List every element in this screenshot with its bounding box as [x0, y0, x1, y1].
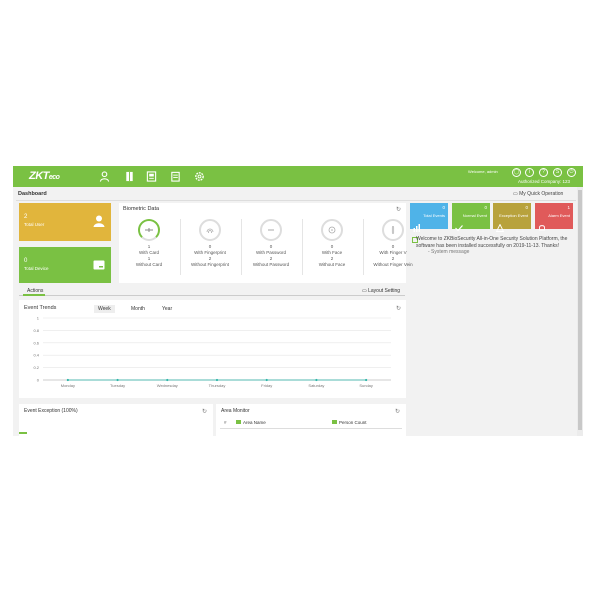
total-user-count: 2	[24, 214, 28, 220]
bar-chart-icon	[413, 219, 421, 232]
data-point[interactable]	[315, 378, 318, 382]
help-icon[interactable]: ?	[539, 168, 548, 177]
exception-event-tile[interactable]: 0 Exception Event	[493, 203, 531, 232]
data-point[interactable]	[166, 378, 169, 382]
data-point[interactable]	[116, 378, 119, 382]
door-icon[interactable]	[124, 171, 135, 182]
power-icon[interactable]: ⏻	[567, 168, 576, 177]
period-week-button[interactable]: Week	[94, 305, 115, 313]
area-monitor-panel: Area Monitor ↻ # Area Name Person Count	[216, 404, 406, 436]
event-trends-title: Event Trends	[24, 305, 57, 311]
bio-item-face: 0 With Face 2 Without Face	[304, 219, 360, 268]
y-tick-label: 0.6	[33, 340, 39, 345]
app-window: ZKTeco Welcome, admin ◯ i ? S ⏻ Authoriz…	[13, 166, 583, 436]
refresh-icon[interactable]: ↻	[396, 206, 401, 213]
total-events-tile[interactable]: 0 Total Events	[410, 203, 448, 232]
alarm-event-tile[interactable]: 1 Alarm Event	[535, 203, 573, 231]
bell-icon	[538, 219, 546, 231]
bio-item-password: 0 With Password 2 Without Password	[243, 219, 299, 268]
bio-item-card: 1 With Card 1 Without Card	[121, 219, 177, 268]
refresh-icon[interactable]: ↻	[396, 305, 401, 312]
period-month-button[interactable]: Month	[127, 305, 149, 313]
skin-icon[interactable]: S	[553, 168, 562, 177]
refresh-icon[interactable]: ↻	[395, 408, 400, 415]
period-year-button[interactable]: Year	[158, 305, 176, 313]
x-tick-label: Saturday	[308, 383, 324, 388]
total-user-tile[interactable]: 2 Total User	[19, 203, 111, 241]
x-tick-label: Thursday	[209, 383, 226, 388]
column-header-person-count[interactable]: Person Count	[332, 420, 367, 425]
x-tick-label: Tuesday	[110, 383, 125, 388]
refresh-icon[interactable]: ↻	[202, 408, 207, 415]
finger-vein-icon	[382, 219, 404, 241]
authorized-company: Authorized Company: 123	[518, 179, 571, 184]
x-tick-label: Sunday	[359, 383, 373, 388]
top-bar: ZKTeco Welcome, admin ◯ i ? S ⏻ Authoriz…	[13, 166, 583, 187]
event-trends-panel: Event Trends Week Month Year ↻ 0 0.2 0.4 0.…	[19, 300, 406, 398]
face-icon	[321, 219, 343, 241]
panel-accent	[19, 432, 27, 434]
gear-icon[interactable]	[194, 171, 205, 182]
y-tick-label: 0.2	[33, 365, 39, 370]
scrollbar-thumb[interactable]	[578, 190, 582, 430]
event-exception-panel: Event Exception (100%) ↻	[19, 404, 213, 436]
y-tick-label: 0.8	[33, 328, 39, 333]
data-point[interactable]	[365, 378, 368, 382]
normal-event-tile[interactable]: 0 Normal Event	[452, 203, 490, 232]
actions-divider	[19, 295, 405, 296]
person-icon	[236, 420, 241, 424]
bio-item-fingerprint: 0 With Fingerprint 2 Without Fingerprint	[182, 219, 238, 268]
page-scrollbar[interactable]	[577, 187, 583, 436]
area-monitor-title: Area Monitor	[221, 408, 250, 414]
warning-icon	[495, 219, 505, 232]
total-device-label: Total Device	[24, 266, 49, 271]
event-trends-chart: 0 0.2 0.4 0.6 0.8 1 Monday Tuesday Wednesday Thur…	[33, 316, 391, 388]
x-tick-label: Friday	[261, 383, 272, 388]
event-exception-title: Event Exception (100%)	[24, 408, 78, 414]
column-header-number: #	[224, 420, 227, 425]
fingerprint-icon	[199, 219, 221, 241]
layout-setting-button[interactable]: ▭ Layout Setting	[362, 288, 400, 294]
header-divider	[16, 200, 576, 201]
user-icon	[93, 214, 105, 227]
person-icon[interactable]	[99, 171, 110, 182]
welcome-user[interactable]: Welcome, admin	[468, 169, 498, 174]
quick-operation-link[interactable]: ▭ My Quick Operation	[513, 191, 563, 197]
clipboard-icon[interactable]	[170, 171, 181, 182]
person-icon	[332, 420, 337, 424]
device-icon	[93, 258, 105, 270]
bio-divider	[180, 219, 181, 275]
y-tick-label: 0	[37, 378, 40, 383]
x-tick-label: Wednesday	[157, 383, 178, 388]
logo[interactable]: ZKTeco	[29, 170, 60, 182]
system-message: Welcome to ZKBioSecurity All-in-One Secu…	[416, 236, 568, 255]
user-circle-icon[interactable]: ◯	[512, 168, 521, 177]
y-tick-label: 0.4	[33, 353, 39, 358]
card-icon	[138, 219, 160, 241]
bio-divider	[241, 219, 242, 275]
column-header-area-name[interactable]: Area Name	[236, 420, 266, 425]
biometric-data-panel: Biometric Data ↻ 1 With Card 1 Without C…	[119, 203, 413, 283]
table-header-divider	[220, 428, 402, 429]
data-point[interactable]	[215, 378, 219, 382]
x-tick-label: Monday	[61, 383, 75, 388]
data-point[interactable]	[66, 378, 69, 382]
total-device-tile[interactable]: 0 Total Device	[19, 247, 111, 283]
y-tick-label: 1	[37, 316, 40, 321]
password-icon	[260, 219, 282, 241]
bio-divider	[363, 219, 364, 275]
active-tab-underline	[23, 294, 45, 296]
page-title: Dashboard	[18, 191, 47, 197]
data-point[interactable]	[265, 378, 268, 382]
biometric-title: Biometric Data	[123, 206, 160, 212]
check-icon	[455, 219, 463, 232]
monitor-icon[interactable]	[146, 171, 157, 182]
total-device-count: 0	[24, 258, 28, 264]
info-icon[interactable]: i	[525, 168, 534, 177]
bio-divider	[302, 219, 303, 275]
total-user-label: Total User	[24, 222, 45, 227]
